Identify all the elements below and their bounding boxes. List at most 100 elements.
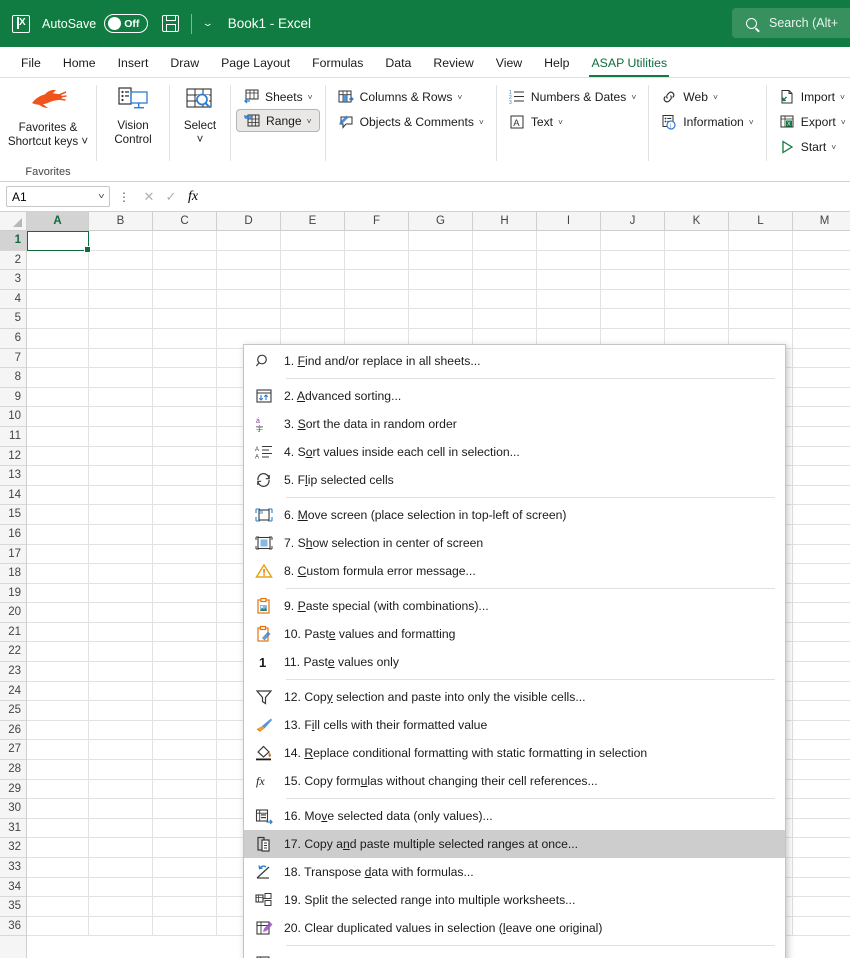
cell-A10[interactable] <box>27 407 89 426</box>
row-header-15[interactable]: 15 <box>0 505 26 525</box>
export-button[interactable]: X Export ˅ <box>772 109 850 134</box>
cell-A3[interactable] <box>27 270 89 289</box>
cell-B29[interactable] <box>89 779 153 799</box>
row-header-20[interactable]: 20 <box>0 603 26 623</box>
cell-A28[interactable] <box>27 760 89 779</box>
favorites-shortcut-keys-button[interactable]: Favorites & Shortcut keys ˅ <box>0 78 96 160</box>
cell-C27[interactable] <box>153 740 217 760</box>
cell-I2[interactable] <box>537 250 601 270</box>
ribbon-tab-asap-utilities[interactable]: ASAP Utilities <box>580 49 678 77</box>
search-input[interactable]: Search (Alt+ <box>732 8 850 38</box>
cell-C20[interactable] <box>153 603 217 622</box>
cell-A19[interactable] <box>27 583 89 603</box>
menu-item-1[interactable]: 1. Find and/or replace in all sheets... <box>244 347 785 375</box>
cell-B1[interactable] <box>89 231 153 250</box>
sheets-button[interactable]: Sheets ˅ <box>236 84 320 109</box>
cell-J5[interactable] <box>601 309 665 328</box>
menu-item-6[interactable]: 6. Move screen (place selection in top-l… <box>244 501 785 529</box>
column-header-B[interactable]: B <box>89 212 153 230</box>
cell-E1[interactable] <box>281 231 345 250</box>
row-header-8[interactable]: 8 <box>0 368 26 388</box>
menu-item-2[interactable]: 2. Advanced sorting... <box>244 382 785 410</box>
cell-B25[interactable] <box>89 701 153 720</box>
cell-B2[interactable] <box>89 250 153 270</box>
cell-B21[interactable] <box>89 622 153 642</box>
cell-C13[interactable] <box>153 466 217 485</box>
cell-B28[interactable] <box>89 760 153 779</box>
cell-F1[interactable] <box>345 231 409 250</box>
menu-item-12[interactable]: 12. Copy selection and paste into only t… <box>244 683 785 711</box>
cell-D4[interactable] <box>217 289 281 309</box>
cell-J3[interactable] <box>601 270 665 289</box>
formula-bar-more-icon[interactable]: ⋮ <box>118 190 130 204</box>
cell-M27[interactable] <box>793 740 850 759</box>
cell-M15[interactable] <box>793 505 850 524</box>
cell-D2[interactable] <box>217 250 281 270</box>
column-header-A[interactable]: A <box>27 212 89 230</box>
cell-M21[interactable] <box>793 623 850 642</box>
cell-B33[interactable] <box>89 858 153 877</box>
select-button[interactable]: Select ˅ <box>170 78 230 160</box>
row-header-19[interactable]: 19 <box>0 584 26 604</box>
cancel-entry-icon[interactable]: ✕ <box>138 189 160 205</box>
cell-C9[interactable] <box>153 387 217 407</box>
ribbon-tab-review[interactable]: Review <box>422 49 484 77</box>
cell-A31[interactable] <box>27 818 89 838</box>
cell-D1[interactable] <box>217 231 281 250</box>
cell-M24[interactable] <box>793 682 850 701</box>
cell-K1[interactable] <box>665 231 729 250</box>
cell-A33[interactable] <box>27 858 89 877</box>
row-header-7[interactable]: 7 <box>0 349 26 369</box>
ribbon-tab-page-layout[interactable]: Page Layout <box>210 49 301 77</box>
cell-B30[interactable] <box>89 799 153 818</box>
column-header-E[interactable]: E <box>281 212 345 230</box>
cell-A21[interactable] <box>27 622 89 642</box>
cell-C19[interactable] <box>153 583 217 603</box>
cell-M2[interactable] <box>793 251 850 270</box>
row-header-6[interactable]: 6 <box>0 329 26 349</box>
cell-B16[interactable] <box>89 524 153 544</box>
cell-M14[interactable] <box>793 486 850 505</box>
row-header-10[interactable]: 10 <box>0 407 26 427</box>
cell-I5[interactable] <box>537 309 601 328</box>
cell-B15[interactable] <box>89 505 153 524</box>
objects-comments-button[interactable]: Objects & Comments ˅ <box>331 109 491 134</box>
cell-A8[interactable] <box>27 368 89 387</box>
column-header-L[interactable]: L <box>729 212 793 230</box>
cell-C8[interactable] <box>153 368 217 387</box>
cell-M33[interactable] <box>793 858 850 877</box>
menu-item-17[interactable]: 17. Copy and paste multiple selected ran… <box>244 830 785 858</box>
row-header-2[interactable]: 2 <box>0 251 26 271</box>
menu-item-13[interactable]: 13. Fill cells with their formatted valu… <box>244 711 785 739</box>
column-header-F[interactable]: F <box>345 212 409 230</box>
cell-H5[interactable] <box>473 309 537 328</box>
menu-item-9[interactable]: 9. Paste special (with combinations)... <box>244 592 785 620</box>
cell-M25[interactable] <box>793 701 850 720</box>
ribbon-tab-data[interactable]: Data <box>374 49 422 77</box>
ribbon-tab-formulas[interactable]: Formulas <box>301 49 374 77</box>
row-header-25[interactable]: 25 <box>0 701 26 721</box>
cell-C3[interactable] <box>153 270 217 289</box>
menu-item-16[interactable]: 16. Move selected data (only values)... <box>244 802 785 830</box>
cell-G3[interactable] <box>409 270 473 289</box>
cell-E3[interactable] <box>281 270 345 289</box>
cell-A1[interactable] <box>27 231 89 250</box>
cell-A34[interactable] <box>27 877 89 897</box>
row-header-31[interactable]: 31 <box>0 819 26 839</box>
cell-M29[interactable] <box>793 780 850 799</box>
cell-A27[interactable] <box>27 740 89 760</box>
menu-item-19[interactable]: 19. Split the selected range into multip… <box>244 886 785 914</box>
cell-A11[interactable] <box>27 426 89 446</box>
cell-C12[interactable] <box>153 446 217 466</box>
cell-G5[interactable] <box>409 309 473 328</box>
row-header-36[interactable]: 36 <box>0 917 26 937</box>
column-header-G[interactable]: G <box>409 212 473 230</box>
ribbon-tab-help[interactable]: Help <box>533 49 580 77</box>
import-button[interactable]: Import ˅ <box>772 84 850 109</box>
start-button[interactable]: Start ˅ <box>772 134 850 159</box>
row-header-34[interactable]: 34 <box>0 878 26 898</box>
cell-A5[interactable] <box>27 309 89 328</box>
row-header-1[interactable]: 1 <box>0 231 26 251</box>
row-header-13[interactable]: 13 <box>0 466 26 486</box>
cell-M8[interactable] <box>793 368 850 387</box>
